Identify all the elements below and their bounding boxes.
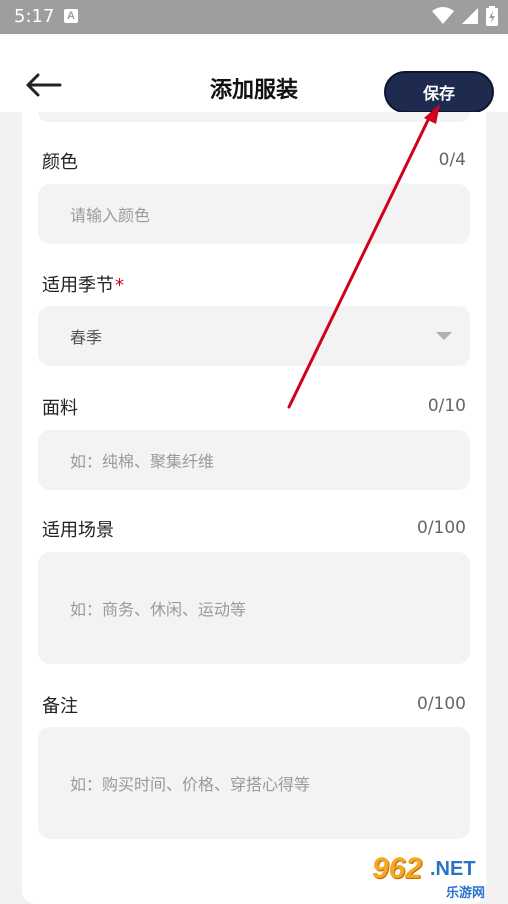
app-header: 添加服装 保存 — [0, 34, 508, 113]
wifi-icon — [432, 7, 454, 24]
scene-textarea[interactable]: 如：商务、休闲、运动等 — [38, 552, 470, 664]
fabric-counter: 0/10 — [427, 396, 466, 416]
notes-textarea[interactable]: 如：购买时间、价格、穿搭心得等 — [38, 727, 470, 839]
watermark-sub: 乐游网 — [446, 886, 486, 901]
fabric-input[interactable]: 如：纯棉、聚集纤维 — [38, 430, 470, 490]
fabric-placeholder: 如：纯棉、聚集纤维 — [70, 452, 215, 471]
previous-field-edge — [38, 112, 470, 122]
fabric-label: 面料 — [42, 398, 78, 419]
color-input[interactable]: 请输入颜色 — [38, 184, 470, 244]
signal-icon — [462, 8, 478, 24]
scene-label: 适用场景 — [42, 520, 114, 541]
color-label: 颜色 — [42, 152, 78, 173]
status-time: 5:17 — [14, 6, 55, 27]
color-placeholder: 请输入颜色 — [70, 206, 151, 225]
season-select[interactable]: 春季 — [38, 306, 470, 366]
form-card: 颜色 0/4 请输入颜色 适用季节* 春季 面料 0/10 如：纯棉、聚集纤维 … — [22, 112, 486, 904]
color-counter: 0/4 — [438, 150, 466, 170]
season-label: 适用季节* — [42, 271, 124, 297]
required-mark: * — [115, 275, 124, 296]
scene-placeholder: 如：商务、休闲、运动等 — [70, 600, 247, 619]
watermark-logo: 962 .NET 乐游网 — [368, 852, 502, 902]
notes-placeholder: 如：购买时间、价格、穿搭心得等 — [70, 775, 311, 794]
notes-counter: 0/100 — [417, 694, 466, 714]
notification-icon: A — [64, 9, 78, 23]
caret-down-icon — [436, 332, 452, 340]
scene-counter: 0/100 — [417, 518, 466, 538]
notes-label: 备注 — [42, 696, 78, 717]
watermark-brand: 962 — [372, 852, 423, 885]
watermark-suffix: .NET — [430, 858, 476, 880]
season-value: 春季 — [70, 328, 103, 347]
season-label-text: 适用季节 — [42, 275, 114, 296]
battery-icon — [486, 6, 498, 26]
status-bar: 5:17 A — [0, 0, 508, 34]
save-button[interactable]: 保存 — [384, 71, 494, 113]
